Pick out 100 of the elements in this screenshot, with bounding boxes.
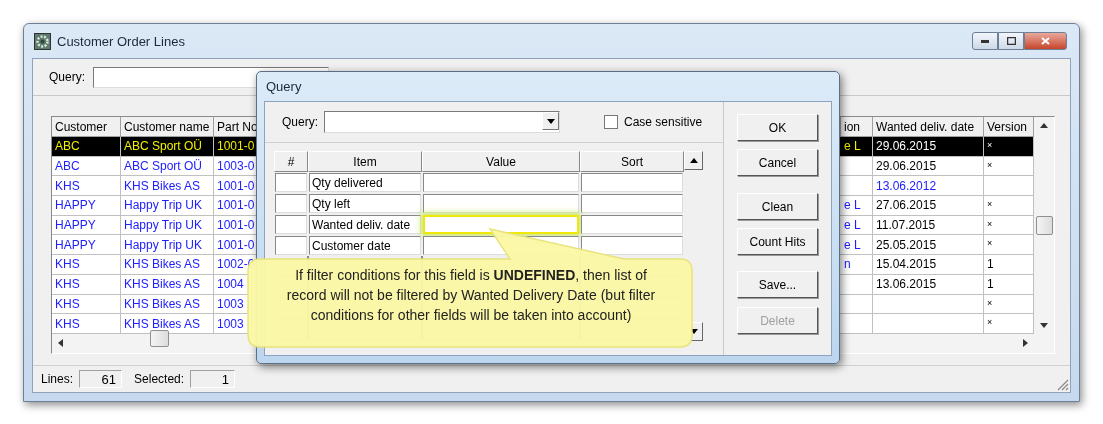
selected-label: Selected: [134,372,185,386]
value-field[interactable] [423,173,579,192]
sort-field[interactable] [581,194,683,213]
table-cell: e L [841,196,873,216]
lines-label: Lines: [41,372,74,386]
row-number-cell [275,173,307,192]
table-cell: 13.06.2012 [873,176,984,197]
column-header[interactable]: Version [984,117,1034,137]
item-cell: Wanted deliv. date [309,215,421,234]
table-cell: KHS Bikes AS [121,294,214,315]
table-cell: KHS Bikes AS [121,255,214,275]
table-cell: Happy Trip UK [121,196,214,216]
close-button[interactable] [1024,32,1067,50]
table-cell: 1 [984,255,1034,275]
dialog-title: Query [265,78,303,96]
close-icon [1041,37,1050,45]
table-cell: ABC Sport OÜ [121,156,214,177]
row-number-cell [275,215,307,234]
table-cell: KHS Bikes AS [121,314,214,334]
item-cell: Customer date [309,236,421,255]
case-sensitive-checkbox[interactable] [604,115,618,129]
table-cell: 13.06.2015 [873,274,984,295]
table-cell: 29.06.2015 [873,137,984,157]
table-cell: ABC Sport OÜ [121,137,214,157]
table-cell: × [984,215,1034,236]
table-cell: KHS [52,176,121,197]
dialog-button[interactable]: Count Hits [737,228,818,255]
table-cell: × [984,156,1034,177]
minimize-button[interactable] [972,32,998,50]
table-cell: e L [841,215,873,236]
scroll-down-icon[interactable] [1040,322,1048,328]
table-cell: KHS [52,255,121,275]
table-cell [841,294,873,315]
column-header[interactable]: ion [841,117,873,137]
table-cell: × [984,196,1034,216]
maximize-button[interactable] [998,32,1024,50]
table-cell: KHS [52,314,121,334]
sort-field[interactable] [581,215,683,234]
table-cell: Happy Trip UK [121,215,214,236]
maximize-icon [1006,37,1016,45]
minimize-icon [981,39,989,43]
query-combo[interactable] [324,111,560,133]
table-cell [841,156,873,177]
table-cell: ABC [52,156,121,177]
window-title: Customer Order Lines [57,33,186,49]
selected-count: 1 [190,370,236,388]
scroll-right-icon[interactable] [1023,339,1028,348]
column-header[interactable]: Customer name [121,117,214,137]
lines-count: 61 [79,370,123,388]
case-sensitive-label: Case sensitive [624,115,703,129]
row-number-cell [275,194,307,213]
dialog-button[interactable]: Save... [737,271,818,298]
table-cell: × [984,235,1034,256]
table-cell: 29.06.2015 [873,156,984,177]
column-header[interactable]: Customer [52,117,121,137]
table-cell: HAPPY [52,235,121,256]
table-cell [841,176,873,197]
query-label: Query: [282,115,318,129]
resize-grip-icon[interactable] [1057,379,1069,391]
table-cell: e L [841,137,873,157]
scroll-thumb[interactable] [150,330,169,347]
dialog-button[interactable]: Clean [737,193,818,220]
value-field[interactable] [423,194,579,213]
table-cell: HAPPY [52,215,121,236]
gear-icon [34,32,51,50]
table-cell: KHS [52,274,121,295]
table-cell: e L [841,235,873,256]
table-cell: 25.05.2015 [873,235,984,256]
table-cell: 1 [984,274,1034,295]
item-cell: Qty delivered [309,173,421,192]
column-header[interactable]: Sort [580,151,684,172]
column-header[interactable]: Item [308,151,422,172]
item-cell: Qty left [309,194,421,213]
dialog-button[interactable]: OK [737,114,818,141]
table-cell: KHS Bikes AS [121,176,214,197]
scroll-up-icon[interactable] [1040,123,1048,128]
table-cell: KHS [52,294,121,315]
dropdown-arrow-icon [546,118,555,124]
column-header[interactable]: Wanted deliv. date [873,117,984,137]
table-cell: 15.04.2015 [873,255,984,275]
table-cell: 27.06.2015 [873,196,984,216]
table-cell: 1001-0 [214,137,258,157]
column-header[interactable]: Value [422,151,580,172]
tooltip-text: If filter conditions for this field is UNDEFINED, then list of record will not be filtered by Wanted Delivery Date (but filter conditions for other fields will be taken into account) [285,266,657,325]
sort-field[interactable] [581,173,683,192]
table-cell: × [984,314,1034,334]
column-header[interactable]: # [274,151,308,172]
table-cell [984,176,1034,197]
query-label: Query: [49,70,85,84]
sort-field[interactable] [581,236,683,255]
scroll-thumb[interactable] [1035,215,1053,235]
table-cell: KHS Bikes AS [121,274,214,295]
dialog-button[interactable]: Cancel [737,149,818,176]
scroll-left-icon[interactable] [58,339,63,348]
table-cell: 11.07.2015 [873,215,984,236]
table-cell: Happy Trip UK [121,235,214,256]
table-cell: × [984,294,1034,315]
table-cell: HAPPY [52,196,121,216]
row-number-cell [275,236,307,255]
table-cell [841,274,873,295]
